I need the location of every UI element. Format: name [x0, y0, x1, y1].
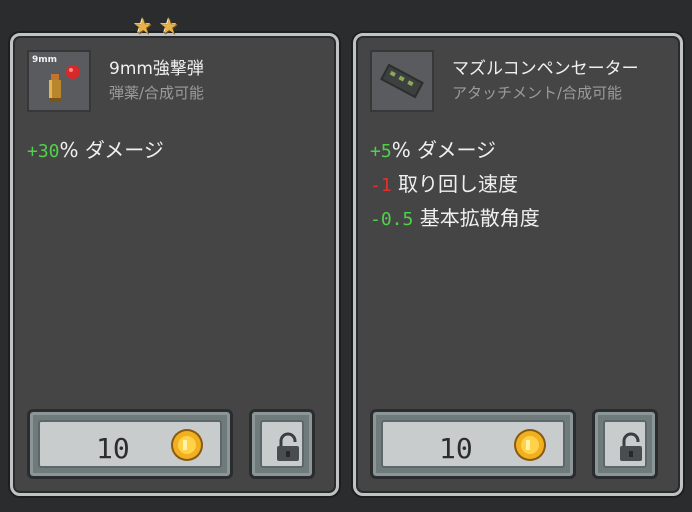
stat-label: % ダメージ: [59, 138, 164, 162]
price-value: 10: [96, 432, 130, 465]
coin-icon: [514, 429, 546, 461]
bullet-icon: [49, 65, 80, 102]
item-subtitle: 弾薬/合成可能: [109, 84, 205, 102]
item-name: 9mm強撃弾: [109, 59, 204, 79]
stat-damage: +30% ダメージ: [27, 134, 164, 163]
item-name: マズルコンペンセーター: [452, 59, 639, 79]
buy-button[interactable]: 10: [370, 409, 576, 479]
unlocked-padlock-icon: [620, 432, 642, 461]
unlocked-padlock-icon: [277, 432, 299, 461]
item-thumbnail: [370, 50, 434, 112]
muzzle-compensator-icon: [380, 63, 424, 99]
stat-label: 取り回し速度: [391, 172, 519, 196]
buy-button-face: 10: [381, 420, 565, 468]
coin-icon: [171, 429, 203, 461]
item-card-muzzle-compensator[interactable]: マズルコンペンセーター アタッチメント/合成可能 +5% ダメージ -1 取り回…: [353, 33, 683, 496]
lock-button[interactable]: [249, 409, 315, 479]
lock-button-face: [603, 420, 647, 468]
buy-button-face: 10: [38, 420, 222, 468]
stat-value: -1: [370, 175, 392, 196]
price-value: 10: [439, 432, 473, 465]
stat-value: +30: [27, 141, 60, 162]
item-card-9mm-ammo[interactable]: 9mm 9mm強撃弾 弾薬/合成可能 +30% ダメージ 10: [10, 33, 339, 496]
stat-value: -0.5: [370, 209, 414, 230]
stat-value: +5: [370, 141, 392, 162]
buy-button[interactable]: 10: [27, 409, 233, 479]
stat-label: % ダメージ: [391, 138, 497, 162]
stat-spread: -0.5 基本拡散角度: [370, 202, 540, 231]
lock-button[interactable]: [592, 409, 658, 479]
item-subtitle: アタッチメント/合成可能: [452, 84, 623, 102]
star-icon: ★: [134, 7, 153, 42]
stat-damage: +5% ダメージ: [370, 134, 496, 163]
lock-button-face: [260, 420, 304, 468]
stat-handling: -1 取り回し速度: [370, 168, 518, 197]
item-thumbnail: 9mm: [27, 50, 91, 112]
star-icon: ★: [160, 7, 179, 42]
rarity-stars: ★ ★: [134, 10, 178, 40]
stat-label: 基本拡散角度: [413, 206, 540, 230]
